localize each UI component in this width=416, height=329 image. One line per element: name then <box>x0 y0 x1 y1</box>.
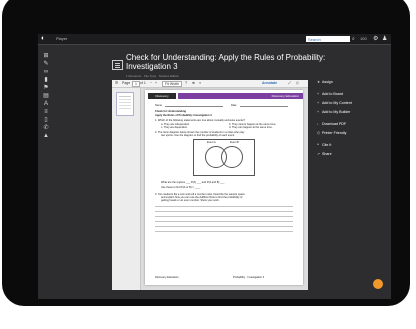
lock-icon[interactable]: ▲ <box>42 132 50 140</box>
page-band-text: Discovery Education <box>271 94 299 98</box>
flag-icon[interactable]: ⚑ <box>42 84 50 92</box>
search-input[interactable] <box>306 36 350 42</box>
gear-icon[interactable]: ⚙ <box>373 35 378 43</box>
page-header: Discovery Discovery Education <box>145 92 303 100</box>
grid-icon[interactable]: ⊞ <box>42 52 50 60</box>
help-fab-button[interactable] <box>373 279 383 289</box>
answer-line <box>155 206 293 207</box>
answer-line <box>155 211 293 212</box>
page-thumbnail[interactable] <box>116 92 134 116</box>
cite-it-button[interactable]: ❝ Cite It <box>317 143 331 148</box>
resource-title: Check for Understanding: Apply the Rules… <box>126 53 326 71</box>
link-icon[interactable]: ∞ <box>42 68 50 76</box>
answer-line <box>155 231 293 232</box>
venn-circle-b <box>221 146 243 168</box>
cite-it-label: Cite It <box>322 143 332 147</box>
share-label: Share <box>322 152 332 156</box>
zoom-in-icon[interactable]: + <box>155 81 157 86</box>
page-footer-right: Probability · Investigation 3 <box>233 276 265 279</box>
top-bar: ◐ Player ⌕ 100 ⚙ ♟ <box>38 34 391 45</box>
annotate-button[interactable]: Annotate <box>262 81 277 86</box>
question-1: 1. Which of the following statements are… <box>155 119 245 122</box>
share-button[interactable]: ↗ Share <box>317 152 332 157</box>
viewer-toolbar: ☰ Page 1 of 1 − + Fit Width T ⊕ ≡ Annota… <box>112 80 308 88</box>
question-2-line2: two sports. Use the diagram to find the … <box>161 134 235 137</box>
worksheet-subheading: Apply the Rules of Probability: Investig… <box>155 114 212 117</box>
thumbnail-panel <box>112 88 141 290</box>
answer-line <box>155 226 293 227</box>
text-tool-icon[interactable]: T <box>185 81 187 86</box>
add-to-board-label: Add to Board <box>322 92 343 96</box>
app-screen: ◐ Player ⌕ 100 ⚙ ♟ ⊞ ✎ ∞ ▮ ⚑ ▤ A ≡ ▯ ✆ ▲… <box>38 34 391 299</box>
phone-icon[interactable]: ✆ <box>42 124 50 132</box>
print-tool-icon[interactable]: ⎙ <box>296 81 299 86</box>
add-to-my-content-label: Add to My Content <box>322 101 352 105</box>
bookmark-icon[interactable]: ▮ <box>42 76 50 84</box>
add-to-my-builder-label: Add to My Builder <box>322 110 351 114</box>
answer-line <box>155 221 293 222</box>
question-1-option-c: c. They are dependent. <box>161 126 188 129</box>
question-2-answer-a: What are the regions ___ P(A) ___ and P(… <box>161 181 225 184</box>
assign-label: Assign <box>322 80 333 84</box>
zoom-select[interactable]: Fit Width <box>162 81 182 87</box>
tablet-frame: ◐ Player ⌕ 100 ⚙ ♟ ⊞ ✎ ∞ ▮ ⚑ ▤ A ≡ ▯ ✆ ▲… <box>2 0 410 306</box>
page-number-input[interactable]: 1 <box>132 81 140 87</box>
add-to-my-builder-button[interactable]: + Add to My Builder <box>317 110 350 115</box>
top-info: 100 <box>360 36 367 41</box>
download-pdf-label: Download PDF <box>322 122 347 126</box>
name-line <box>165 106 223 107</box>
fullscreen-icon[interactable]: ⤢ <box>288 81 291 86</box>
venn-diagram: Event A Event B <box>193 139 255 176</box>
venn-label-a: Event A <box>207 141 216 144</box>
pdf-viewer: ☰ Page 1 of 1 − + Fit Width T ⊕ ≡ Annota… <box>112 80 308 290</box>
menu-icon[interactable]: ☰ <box>115 81 118 86</box>
list-tool-icon[interactable]: ≡ <box>199 81 201 86</box>
answer-line <box>155 216 293 217</box>
date-line <box>240 106 288 107</box>
worksheet-heading: Check for Understanding <box>155 110 186 113</box>
page-logo: Discovery <box>148 93 176 99</box>
list-icon[interactable]: ≡ <box>42 108 50 116</box>
question-1-option-d: d. They can happen at the same time. <box>229 126 273 129</box>
add-to-board-button[interactable]: + Add to Board <box>317 92 343 97</box>
question-3-line3: getting heads or an even number. Show yo… <box>161 199 220 202</box>
zoom-out-icon[interactable]: − <box>150 81 152 86</box>
pin-tool-icon[interactable]: ⊕ <box>192 81 195 86</box>
question-2-answer-b: Use these to find P(A or B) = ____ <box>161 186 201 189</box>
page-label: Page <box>122 81 131 85</box>
resource-meta: 1 Resource · File Type · Student Edition <box>126 74 180 78</box>
add-to-my-content-button[interactable]: + Add to My Content <box>317 101 352 106</box>
user-icon[interactable]: ♟ <box>382 35 387 43</box>
page-header-band: Discovery Education <box>178 93 303 99</box>
assign-button[interactable]: ★ Assign <box>317 80 333 85</box>
printer-friendly-label: Printer Friendly <box>322 131 347 135</box>
document-page: Discovery Discovery Education Name Date … <box>145 90 303 285</box>
note-icon[interactable]: ▤ <box>42 92 50 100</box>
page-count: of 1 <box>140 81 146 85</box>
left-tool-rail: ⊞ ✎ ∞ ▮ ⚑ ▤ A ≡ ▯ ✆ ▲ <box>42 52 50 140</box>
document-icon <box>112 60 123 70</box>
text-icon[interactable]: A <box>42 100 50 108</box>
clipboard-icon[interactable]: ▯ <box>42 116 50 124</box>
pencil-icon[interactable]: ✎ <box>42 60 50 68</box>
app-name: Player <box>56 36 68 41</box>
download-pdf-button[interactable]: ↓ Download PDF <box>317 122 346 127</box>
logo-icon[interactable]: ◐ <box>41 35 45 43</box>
date-label: Date <box>231 104 237 107</box>
name-label: Name <box>155 104 162 107</box>
search-icon[interactable]: ⌕ <box>352 35 355 43</box>
printer-friendly-button[interactable]: ⎙ Printer Friendly <box>317 131 346 136</box>
page-footer-left: Discovery Education <box>155 276 179 279</box>
venn-label-b: Event B <box>230 141 239 144</box>
